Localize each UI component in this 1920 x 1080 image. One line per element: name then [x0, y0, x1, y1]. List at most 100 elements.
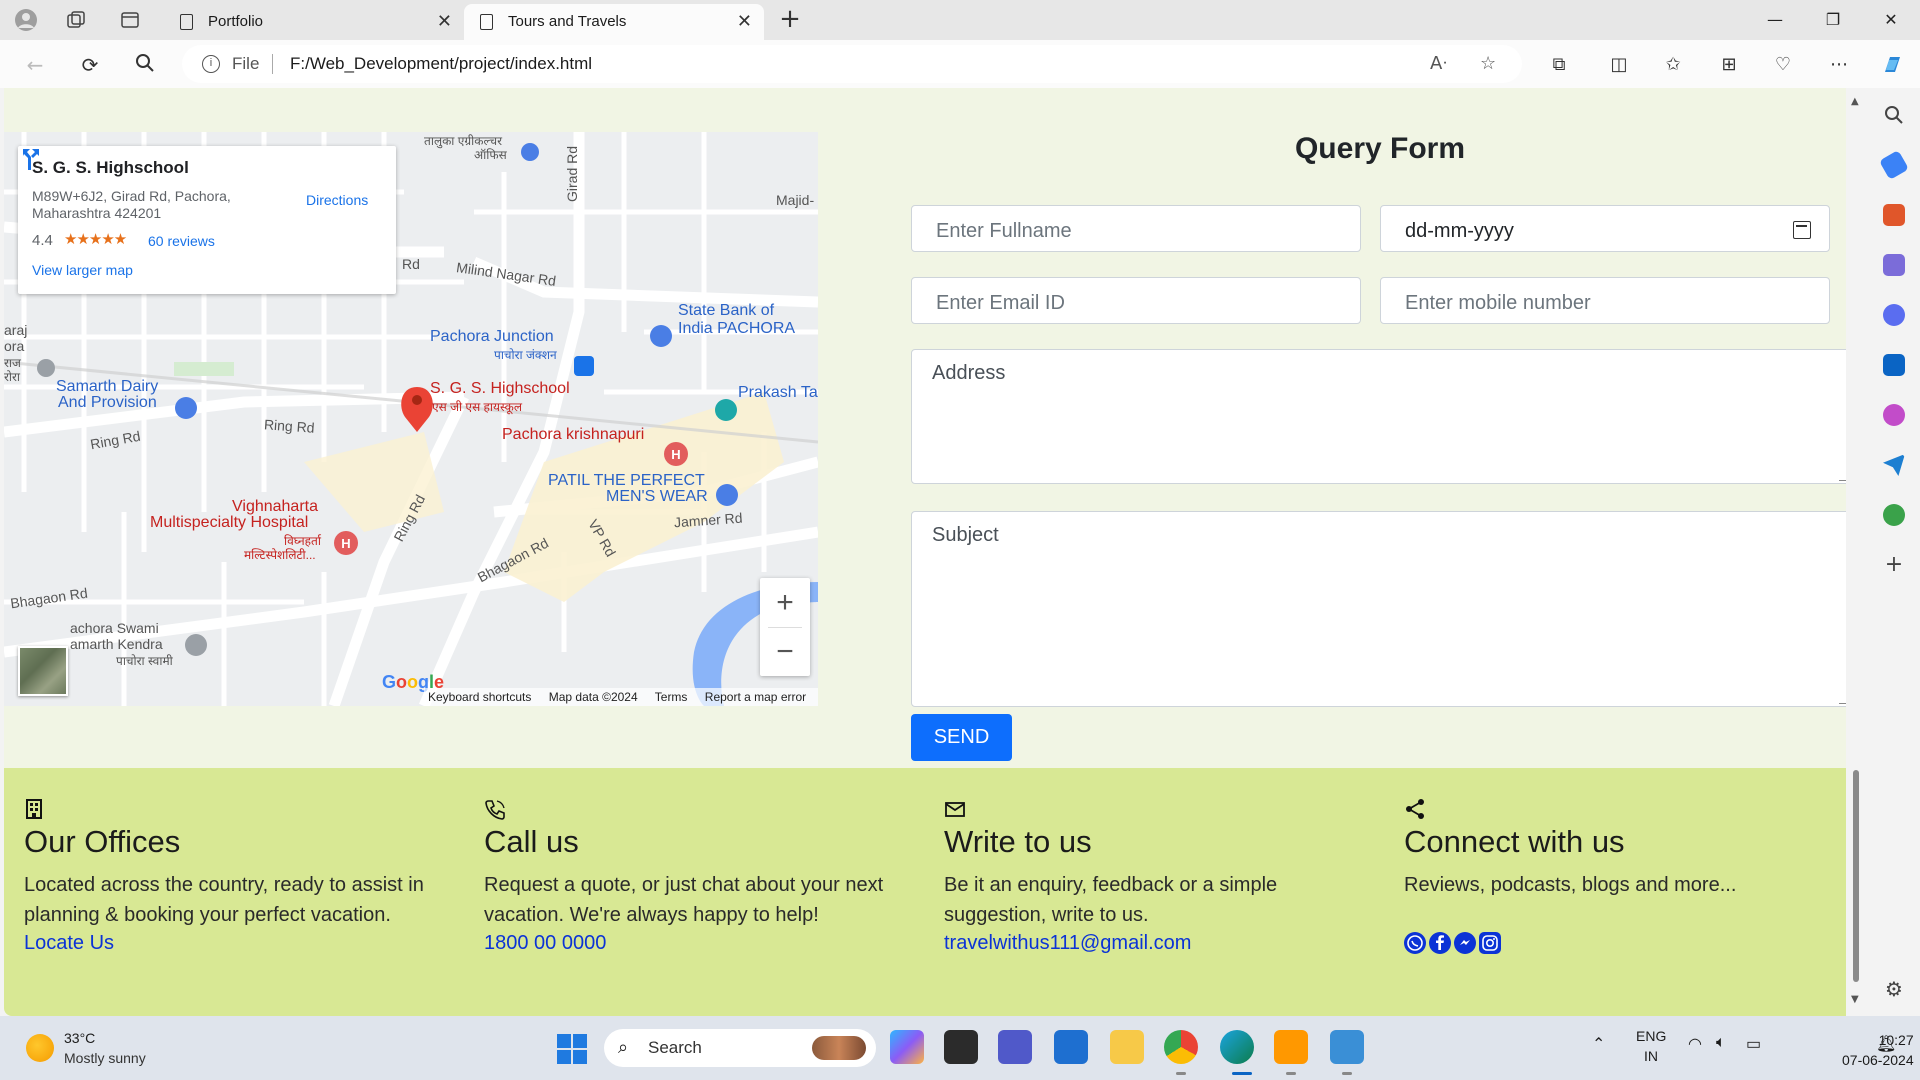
site-footer: Our Offices Located across the country, …: [4, 768, 1846, 1016]
microsoft-store-icon[interactable]: [1054, 1030, 1088, 1064]
tab-actions-icon[interactable]: [118, 8, 142, 32]
date-input[interactable]: dd-mm-yyyy: [1380, 205, 1830, 252]
sublime-text-icon[interactable]: [1274, 1030, 1308, 1064]
zoom-in-button[interactable]: +: [760, 578, 810, 627]
tools-icon[interactable]: [1883, 204, 1905, 226]
back-button[interactable]: ←: [22, 52, 48, 78]
chrome-icon[interactable]: [1164, 1030, 1198, 1064]
task-view-icon[interactable]: [944, 1030, 978, 1064]
keyboard-shortcuts-link[interactable]: Keyboard shortcuts: [428, 690, 531, 704]
chevron-up-icon[interactable]: ⌃: [1592, 1034, 1605, 1054]
page-icon: [480, 14, 493, 30]
send-icon[interactable]: [1883, 454, 1905, 476]
phone-number-link[interactable]: 1800 00 0000: [484, 932, 606, 955]
tab-tours-and-travels[interactable]: Tours and Travels ✕: [464, 4, 764, 40]
tree-icon[interactable]: [1883, 504, 1905, 526]
language-region[interactable]: IN: [1644, 1048, 1658, 1064]
scrollbar-thumb[interactable]: [1853, 770, 1859, 982]
close-tab-icon[interactable]: ✕: [437, 11, 452, 32]
resize-handle[interactable]: [1839, 473, 1846, 481]
resize-handle[interactable]: [1839, 696, 1846, 704]
new-tab-button[interactable]: +: [776, 6, 804, 34]
taskbar-search[interactable]: ⌕ Search: [604, 1029, 876, 1067]
search-icon[interactable]: [132, 52, 158, 78]
battery-icon[interactable]: ▭: [1746, 1034, 1761, 1054]
wifi-icon[interactable]: ◠: [1688, 1034, 1702, 1054]
games-icon[interactable]: [1883, 254, 1905, 276]
browser-essentials-icon[interactable]: ♡: [1770, 52, 1796, 78]
designer-icon[interactable]: [1883, 404, 1905, 426]
reviews-link[interactable]: 60 reviews: [148, 233, 215, 249]
email-link[interactable]: travelwithus111@gmail.com: [944, 932, 1191, 955]
whatsapp-icon[interactable]: [1404, 932, 1426, 954]
copilot-icon[interactable]: [1880, 52, 1906, 78]
search-label: Search: [648, 1038, 702, 1057]
refresh-button[interactable]: ⟳: [77, 52, 103, 78]
footer-heading: Call us: [484, 824, 579, 859]
profile-icon[interactable]: [14, 8, 38, 32]
maximize-button[interactable]: ❐: [1810, 6, 1856, 34]
favorites-icon[interactable]: ✩: [1660, 52, 1686, 78]
fullname-input[interactable]: Enter Fullname: [911, 205, 1361, 252]
copilot-app-icon[interactable]: [890, 1030, 924, 1064]
shopping-tag-icon[interactable]: [1878, 149, 1910, 181]
search-icon[interactable]: [1883, 104, 1905, 126]
teams-icon[interactable]: [998, 1030, 1032, 1064]
outlook-icon[interactable]: [1883, 354, 1905, 376]
search-icon: ⌕: [618, 1037, 629, 1058]
add-icon[interactable]: +: [1883, 554, 1905, 576]
tab-title: Portfolio: [208, 13, 264, 30]
collections-icon[interactable]: ⊞: [1716, 52, 1742, 78]
google-map-embed[interactable]: H H तालुका एग्रीकल्चर ऑफिस Majid- Rd Mil…: [4, 132, 818, 706]
settings-more-icon[interactable]: ⋯: [1826, 52, 1852, 78]
report-map-error-link[interactable]: Report a map error: [705, 690, 806, 704]
file-explorer-icon[interactable]: [1110, 1030, 1144, 1064]
address-textarea[interactable]: Address: [911, 349, 1846, 484]
page-scrollbar[interactable]: ▲ ▼: [1846, 88, 1866, 1016]
close-tab-icon[interactable]: ✕: [737, 11, 752, 32]
locate-us-link[interactable]: Locate Us: [24, 932, 114, 955]
language-indicator[interactable]: ENG: [1636, 1028, 1666, 1044]
address-bar[interactable]: i File F:/Web_Development/project/index.…: [182, 45, 1522, 83]
page-viewport: H H तालुका एग्रीकल्चर ऑफिस Majid- Rd Mil…: [4, 88, 1846, 1016]
workspaces-icon[interactable]: [64, 8, 88, 32]
close-window-button[interactable]: ✕: [1868, 6, 1914, 34]
view-larger-map-link[interactable]: View larger map: [32, 262, 133, 278]
weather-description[interactable]: Mostly sunny: [64, 1050, 146, 1066]
minimize-button[interactable]: —: [1752, 6, 1798, 34]
terms-link[interactable]: Terms: [655, 690, 688, 704]
scroll-down-arrow[interactable]: ▼: [1851, 994, 1859, 1005]
microsoft-365-icon[interactable]: [1883, 304, 1905, 326]
gear-icon[interactable]: ⚙: [1883, 978, 1905, 1000]
calendar-icon[interactable]: [1793, 221, 1811, 239]
mobile-input[interactable]: Enter mobile number: [1380, 277, 1830, 324]
map-label: Ring Rd: [263, 416, 316, 436]
edge-icon[interactable]: [1220, 1030, 1254, 1064]
weather-temperature[interactable]: 33°C: [64, 1030, 95, 1046]
map-label: Majid-: [776, 192, 815, 208]
directions-link[interactable]: Directions: [306, 192, 368, 208]
favorite-star-icon[interactable]: ☆: [1480, 53, 1496, 74]
satellite-toggle[interactable]: [18, 646, 68, 696]
volume-icon[interactable]: 🔈︎: [1716, 1034, 1726, 1052]
windows-start-button[interactable]: [557, 1034, 587, 1064]
facebook-icon[interactable]: [1429, 932, 1451, 954]
subject-textarea[interactable]: Subject: [911, 511, 1846, 707]
instagram-icon[interactable]: [1479, 932, 1501, 954]
directions-icon[interactable]: [18, 146, 44, 172]
paint-icon[interactable]: [1330, 1030, 1364, 1064]
scroll-up-arrow[interactable]: ▲: [1851, 96, 1859, 107]
map-label: And Provision: [58, 394, 157, 411]
extensions-icon[interactable]: ⧉: [1546, 52, 1572, 78]
notification-bell-icon[interactable]: 🔔︎: [1876, 1034, 1896, 1054]
email-input[interactable]: Enter Email ID: [911, 277, 1361, 324]
tab-portfolio[interactable]: Portfolio ✕: [164, 4, 464, 40]
split-screen-icon[interactable]: ◫: [1606, 52, 1632, 78]
info-icon[interactable]: i: [202, 55, 220, 73]
read-aloud-icon[interactable]: Aᐧ: [1430, 53, 1447, 74]
zoom-out-button[interactable]: −: [760, 627, 810, 676]
messenger-icon[interactable]: [1454, 932, 1476, 954]
weather-sun-icon[interactable]: [26, 1034, 54, 1062]
send-button[interactable]: SEND: [911, 714, 1012, 761]
url-text[interactable]: F:/Web_Development/project/index.html: [290, 54, 592, 74]
